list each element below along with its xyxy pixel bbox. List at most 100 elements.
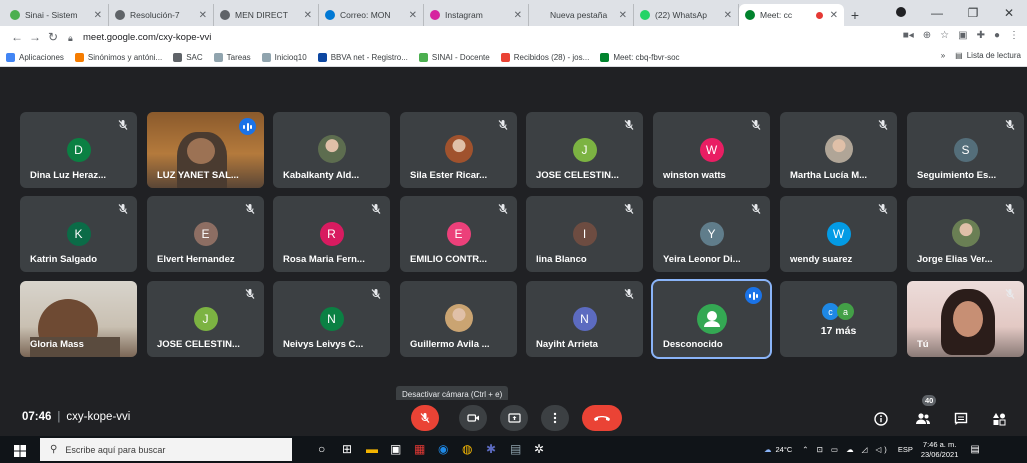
activities-button[interactable]	[988, 408, 1010, 430]
bookmark-item[interactable]: Meet: cbq-fbvr-soc	[600, 52, 680, 62]
tab-close-icon[interactable]: ✕	[724, 10, 732, 21]
avatar: E	[193, 222, 218, 246]
participant-tile[interactable]: Wwendy suarez	[780, 196, 897, 272]
back-button[interactable]: ←	[8, 30, 26, 44]
bookmark-item[interactable]: SINAI - Docente	[418, 52, 490, 62]
puzzle-icon[interactable]: ✚	[977, 30, 985, 41]
tab-close-icon[interactable]: ✕	[199, 10, 207, 21]
participant-tile[interactable]: N Nayiht Arrieta	[526, 281, 643, 357]
participant-tile[interactable]: Kabalkanty Ald...	[273, 112, 390, 188]
bookmark-item[interactable]: Tareas	[213, 52, 251, 62]
participant-tile[interactable]: E Elvert Hernandez	[147, 196, 264, 272]
edge-icon[interactable]: ◉	[438, 442, 453, 457]
browser-tab[interactable]: Nueva pestaña ✕	[529, 4, 634, 26]
file-explorer-icon[interactable]: ▬	[366, 442, 381, 457]
bookmark-item[interactable]: Aplicaciones	[6, 52, 64, 62]
browser-tab[interactable]: Sinai - Sistem ✕	[4, 4, 109, 26]
omnibox[interactable]: 🔒︎ meet.google.com/cxy-kope-vvi	[68, 28, 888, 46]
avatar[interactable]: ●	[994, 30, 1000, 41]
participant-tile[interactable]: E EMILIO CONTR...	[400, 196, 517, 272]
participant-tile[interactable]: J JOSE CELESTIN...	[147, 281, 264, 357]
reading-list[interactable]: » ▤ Lista de lectura	[941, 51, 1021, 60]
camera-in-use-icon[interactable]: ■◂	[903, 30, 914, 41]
more-bookmarks-icon[interactable]: »	[941, 51, 945, 60]
bookmark-item[interactable]: Sinónimos y antóni...	[74, 52, 162, 62]
participant-tile[interactable]: Tú	[907, 281, 1024, 357]
bookmark-item[interactable]: Inicioq10	[261, 52, 307, 62]
bookmark-item[interactable]: SAC	[173, 52, 203, 62]
maximize-button[interactable]: ❐	[955, 6, 991, 20]
bookmark-item[interactable]: Recibidos (28) - jos...	[500, 52, 589, 62]
browser-tab[interactable]: (22) WhatsAp ✕	[634, 4, 739, 26]
profile-button[interactable]	[883, 6, 919, 20]
task-view-icon[interactable]: ○	[318, 442, 333, 457]
bookmark-item[interactable]: BBVA net - Registro...	[317, 52, 408, 62]
meeting-info-button[interactable]	[870, 408, 892, 430]
more-participants-tile[interactable]: c a 17 más	[780, 281, 897, 357]
meeting-details[interactable]: 07:46 | cxy-kope-vvi	[22, 411, 130, 423]
tab-close-icon[interactable]: ✕	[94, 10, 102, 21]
participant-tile[interactable]: N Neivys Leivys C...	[273, 281, 390, 357]
browser-tab[interactable]: Resolución-7 ✕	[109, 4, 214, 26]
notifications-icon[interactable]: ▤	[970, 444, 979, 455]
tab-close-icon[interactable]: ✕	[619, 10, 627, 21]
forward-button[interactable]: →	[26, 30, 44, 44]
tray-chevron-icon[interactable]: ⌃	[802, 445, 808, 454]
windows-start-button[interactable]	[14, 444, 26, 462]
participant-tile[interactable]: S Seguimiento Es...	[907, 112, 1024, 188]
reload-button[interactable]: ↻	[44, 30, 62, 44]
microphone-button[interactable]	[411, 405, 439, 431]
participant-tile[interactable]: J JOSE CELESTIN...	[526, 112, 643, 188]
browser-tab[interactable]: Meet: cc ✕	[739, 4, 844, 26]
more-vert-icon	[553, 412, 557, 424]
teams-icon[interactable]: ✱	[486, 442, 501, 457]
participants-button[interactable]	[912, 408, 934, 430]
weather-icon[interactable]: ☁	[764, 445, 772, 454]
participant-tile[interactable]: Y Yeira Leonor Di...	[653, 196, 770, 272]
zoom-icon[interactable]: ⊕	[923, 30, 931, 41]
calculator-icon[interactable]: ▤	[510, 442, 525, 457]
tab-close-icon[interactable]: ✕	[514, 10, 522, 21]
tab-close-icon[interactable]: ✕	[830, 10, 838, 21]
participant-tile[interactable]: Ilina Blanco	[526, 196, 643, 272]
participant-tile[interactable]: D Dina Luz Heraz...	[20, 112, 137, 188]
browser-tab[interactable]: Correo: MON ✕	[319, 4, 424, 26]
temperature[interactable]: 24°C	[776, 445, 793, 454]
present-screen-button[interactable]	[500, 405, 528, 431]
browser-tab[interactable]: MEN DIRECT ✕	[214, 4, 319, 26]
taskbar-search-input[interactable]: ⚲ Escribe aquí para buscar	[40, 438, 292, 461]
new-tab-button[interactable]: +	[844, 4, 866, 26]
language-indicator[interactable]: ESP	[898, 445, 913, 454]
separator: |	[57, 411, 61, 423]
tab-close-icon[interactable]: ✕	[304, 10, 312, 21]
participant-tile[interactable]: Desconocido	[653, 281, 770, 357]
tray-icons[interactable]: ⊡ ▭ ☁ ◿ ◁)	[817, 445, 890, 454]
more-options-button[interactable]	[541, 405, 569, 431]
participant-tile[interactable]: Martha Lucía M...	[780, 112, 897, 188]
bookmark-star-icon[interactable]: ☆	[940, 30, 949, 41]
participant-tile[interactable]: LUZ YANET SAL...	[147, 112, 264, 188]
menu-icon[interactable]: ⋮	[1009, 30, 1019, 41]
participant-tile[interactable]: Jorge Elias Ver...	[907, 196, 1024, 272]
leave-call-button[interactable]	[582, 405, 622, 431]
participants-count-badge: 40	[922, 395, 937, 406]
clock[interactable]: 7:46 a. m. 23/06/2021	[921, 440, 959, 460]
minimize-button[interactable]: —	[919, 6, 955, 20]
chrome-icon[interactable]: ◍	[462, 442, 477, 457]
browser-tab[interactable]: Instagram ✕	[424, 4, 529, 26]
chat-button[interactable]	[950, 408, 972, 430]
tab-close-icon[interactable]: ✕	[409, 10, 417, 21]
extension-icon[interactable]: ▣	[958, 30, 967, 41]
office-icon[interactable]: ▦	[414, 442, 429, 457]
widgets-icon[interactable]: ⊞	[342, 442, 357, 457]
store-icon[interactable]: ▣	[390, 442, 405, 457]
participant-tile[interactable]: Gloria Mass	[20, 281, 137, 357]
participant-tile[interactable]: R Rosa Maria Fern...	[273, 196, 390, 272]
settings-icon[interactable]: ✲	[534, 442, 549, 457]
close-window-button[interactable]: ✕	[991, 6, 1027, 20]
participant-tile[interactable]: K Katrin Salgado	[20, 196, 137, 272]
participant-tile[interactable]: Guillermo Avila ...	[400, 281, 517, 357]
participant-tile[interactable]: Wwinston watts	[653, 112, 770, 188]
camera-button[interactable]	[459, 405, 487, 431]
participant-tile[interactable]: Sila Ester Ricar...	[400, 112, 517, 188]
